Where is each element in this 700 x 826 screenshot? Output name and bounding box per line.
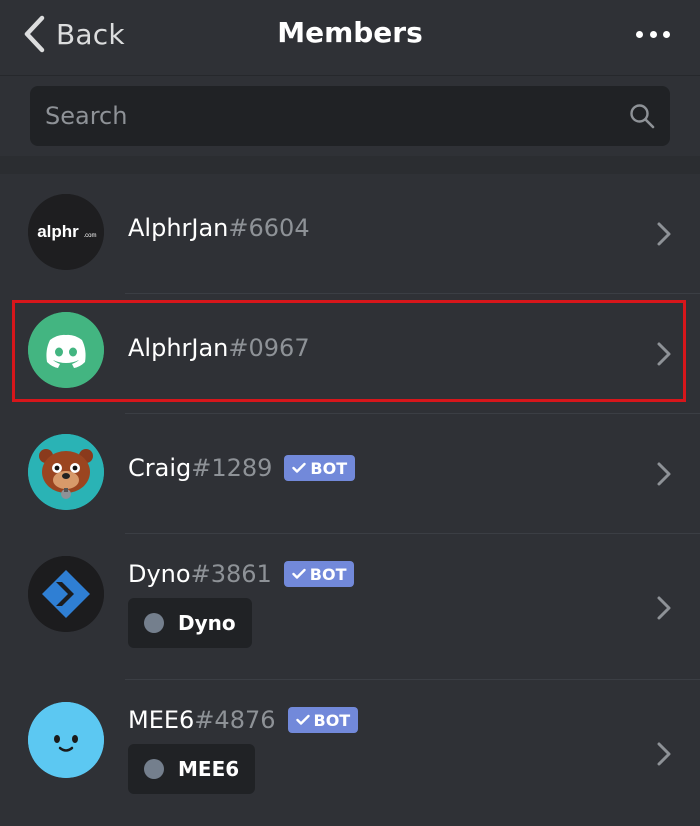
bot-badge: BOT	[283, 561, 355, 587]
member-discriminator: #4876	[194, 706, 276, 734]
checkmark-icon	[292, 568, 306, 579]
search-input[interactable]	[30, 86, 605, 146]
role-color-dot	[144, 759, 164, 779]
member-row[interactable]: AlphrJan #0967	[0, 294, 700, 414]
avatar-logo-text: alphr	[37, 222, 79, 241]
search-box[interactable]	[30, 86, 670, 146]
header-bar: Back Members	[0, 0, 700, 76]
member-discriminator: #1289	[191, 454, 273, 482]
member-name: Dyno	[128, 560, 191, 588]
bot-badge-label: BOT	[313, 710, 351, 730]
role-color-dot	[144, 613, 164, 633]
chevron-right-icon	[657, 596, 671, 620]
search-section	[0, 76, 700, 156]
role-label: MEE6	[178, 757, 240, 781]
discord-logo-avatar	[28, 312, 104, 388]
chevron-right-icon	[657, 462, 671, 486]
member-discriminator: #6604	[228, 214, 310, 242]
member-name: Craig	[128, 454, 192, 482]
member-row[interactable]: Craig #1289 BOT	[0, 414, 700, 534]
member-row[interactable]: Dyno #3861 BOT Dyno	[0, 534, 700, 680]
bot-badge-label: BOT	[309, 564, 347, 584]
member-username: AlphrJan #0967	[128, 334, 310, 362]
bot-badge-label: BOT	[310, 458, 348, 478]
member-discriminator: #3861	[190, 560, 272, 588]
more-horizontal-icon[interactable]	[636, 24, 670, 44]
chevron-right-icon	[657, 222, 671, 246]
avatar-logo-sub: .com	[83, 233, 96, 239]
member-row[interactable]: MEE6 #4876 BOT MEE6	[0, 680, 700, 826]
dot	[663, 30, 670, 38]
section-spacer	[0, 156, 700, 174]
member-name: MEE6	[128, 706, 195, 734]
member-row[interactable]: alphr .com AlphrJan #6604	[0, 174, 700, 294]
member-username: Craig #1289 BOT	[128, 454, 356, 482]
member-name: AlphrJan	[128, 334, 229, 362]
members-screen: Back Members alphr .com AlphrJ	[0, 0, 700, 826]
chevron-right-icon	[657, 742, 671, 766]
craig-bear-avatar	[28, 434, 104, 510]
member-username: Dyno #3861 BOT	[128, 560, 355, 588]
member-username: AlphrJan #6604	[128, 214, 310, 242]
member-discriminator: #0967	[228, 334, 310, 362]
role-pill: MEE6	[128, 744, 256, 794]
member-username: MEE6 #4876 BOT	[128, 706, 359, 734]
role-label: Dyno	[178, 611, 236, 635]
bot-badge: BOT	[284, 455, 356, 481]
bot-badge: BOT	[287, 707, 359, 733]
dot	[636, 30, 643, 38]
alphr-logo-avatar: alphr .com	[28, 194, 104, 270]
checkmark-icon	[292, 462, 307, 473]
search-icon[interactable]	[628, 102, 656, 130]
member-name: AlphrJan	[128, 214, 229, 242]
role-pill: Dyno	[128, 598, 252, 648]
mee6-face-avatar	[28, 702, 104, 778]
chevron-right-icon	[657, 342, 671, 366]
dyno-logo-avatar	[28, 556, 104, 632]
checkmark-icon	[295, 714, 310, 725]
dot	[649, 30, 657, 38]
page-title: Members	[277, 16, 423, 49]
